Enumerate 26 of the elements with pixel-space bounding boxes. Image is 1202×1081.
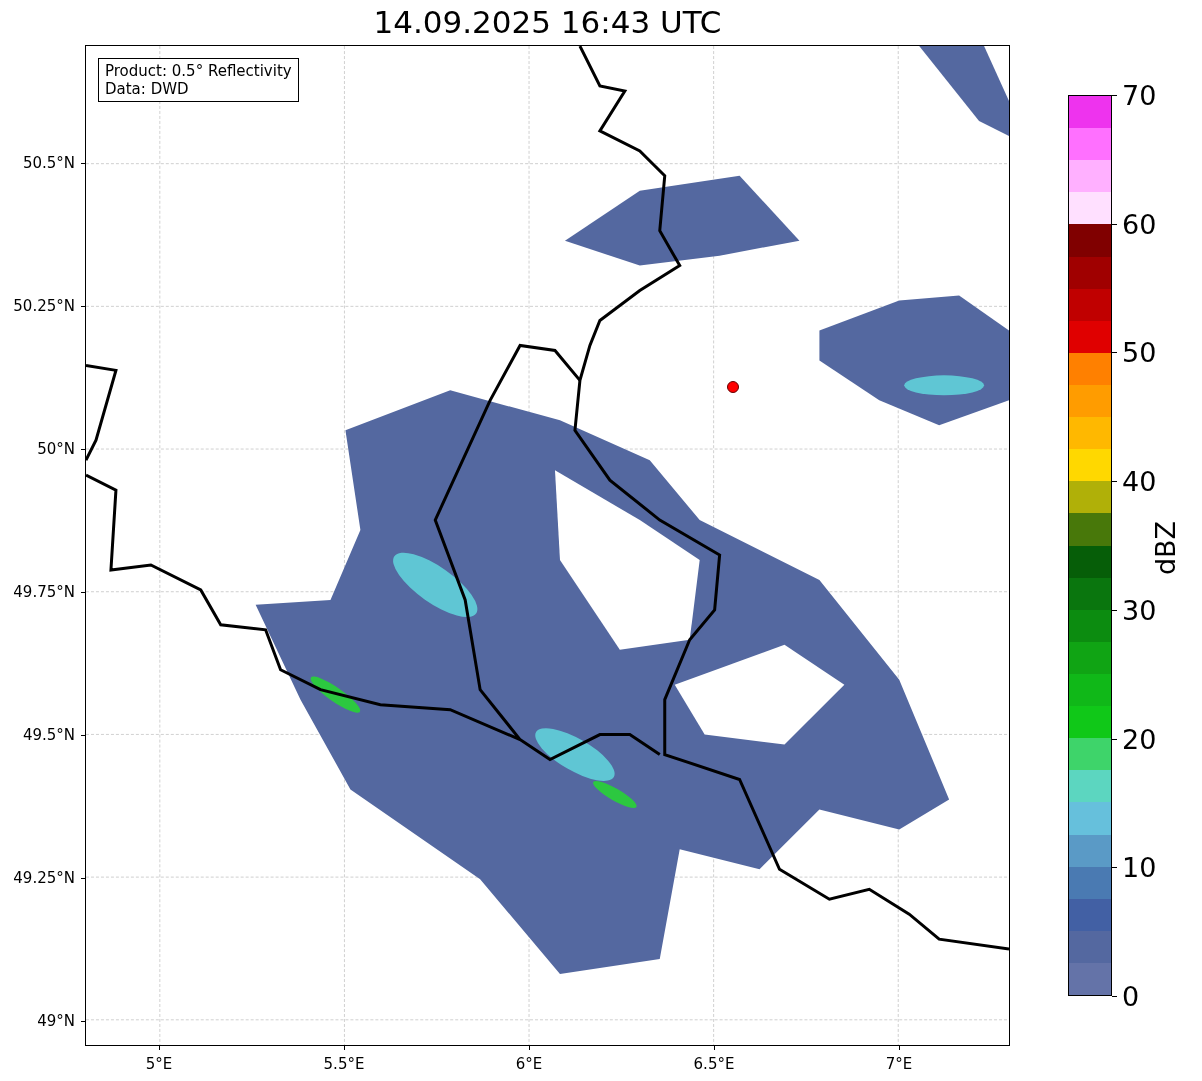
colorbar-tick-label: 20: [1122, 723, 1157, 755]
colorbar-tick-label: 70: [1122, 79, 1157, 111]
x-tick-label: 5°E: [145, 1055, 173, 1073]
radar-site-marker: [726, 380, 739, 393]
info-text: Data: DWD: [105, 80, 190, 98]
colorbar-tick-label: 10: [1122, 851, 1157, 883]
colorbar-tick-label: 30: [1122, 594, 1157, 626]
x-tick-label: 6°E: [515, 1055, 543, 1073]
colorbar-tick-label: 60: [1122, 208, 1157, 240]
y-tick-label: 50°N: [37, 439, 75, 458]
x-tick-label: 5.5°E: [323, 1055, 365, 1073]
colorbar-tick-label: 40: [1122, 465, 1157, 497]
y-tick-label: 50.25°N: [13, 296, 75, 315]
colorbar-tick-label: 0: [1122, 980, 1140, 1012]
y-tick-label: 49.25°N: [13, 868, 75, 887]
chart-title: 14.09.2025 16:43 UTC: [372, 4, 723, 40]
colorbar-label: dBZ: [1149, 520, 1181, 576]
x-tick-label: 6.5°E: [693, 1055, 735, 1073]
y-tick-label: 49°N: [37, 1011, 75, 1030]
x-tick-label: 7°E: [885, 1055, 913, 1073]
info-text: Product: 0.5° Reflectivity: [105, 62, 292, 80]
y-tick-label: 49.5°N: [22, 725, 75, 744]
tick-mark: [1112, 996, 1117, 997]
y-tick-label: 50.5°N: [22, 153, 75, 172]
y-tick-label: 49.75°N: [13, 582, 75, 601]
colorbar-tick-label: 50: [1122, 336, 1157, 368]
